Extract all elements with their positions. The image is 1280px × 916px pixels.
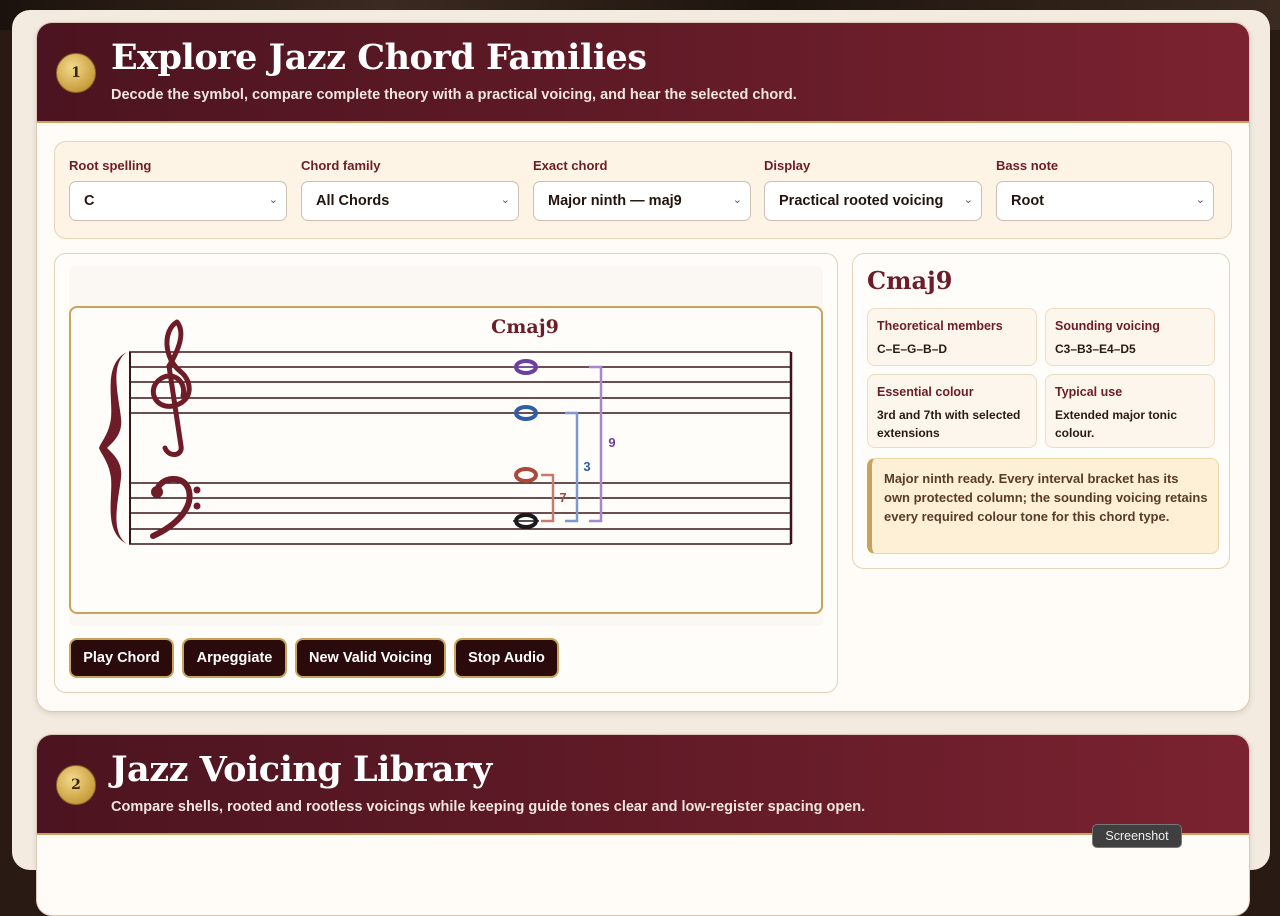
play-chord-button[interactable]: Play Chord: [69, 638, 174, 678]
root-spelling-control: Root spelling C ⌄: [69, 158, 289, 221]
root-spelling-select[interactable]: C ⌄: [69, 181, 287, 221]
section-header: 1 Explore Jazz Chord Families Decode the…: [37, 23, 1249, 123]
root-spelling-label: Root spelling: [69, 158, 152, 173]
new-valid-voicing-button[interactable]: New Valid Voicing: [295, 638, 446, 678]
display-value: Practical rooted voicing: [779, 193, 944, 209]
root-spelling-value: C: [84, 193, 95, 209]
chord-info-title: Cmaj9: [867, 266, 953, 295]
chevron-down-icon: ⌄: [732, 194, 742, 206]
section-title: Explore Jazz Chord Families: [111, 37, 647, 78]
arpeggiate-button[interactable]: Arpeggiate: [182, 638, 287, 678]
notation-panel: Cmaj9 7 3 9 Play Chord Arpeggiate New Va…: [54, 253, 838, 693]
exact-chord-select[interactable]: Major ninth — maj9 ⌄: [533, 181, 751, 221]
stop-audio-button[interactable]: Stop Audio: [454, 638, 559, 678]
chord-explorer-card: 1 Explore Jazz Chord Families Decode the…: [36, 22, 1250, 712]
chord-family-value: All Chords: [316, 193, 390, 209]
bass-clef-dot-icon: [193, 502, 201, 510]
essential-colour-value: 3rd and 7th with selected extensions: [877, 408, 1021, 440]
interval-label-third: 3: [583, 459, 590, 474]
section-number-badge: 1: [56, 53, 96, 93]
interval-label-ninth: 9: [608, 435, 615, 450]
note-root: [513, 513, 539, 529]
exact-chord-control: Exact chord Major ninth — maj9 ⌄: [533, 158, 753, 221]
note-ninth: [513, 359, 539, 375]
chevron-down-icon: ⌄: [1195, 194, 1205, 206]
essential-colour-label: Essential colour: [877, 385, 974, 399]
theoretical-members-value: C–E–G–B–D: [877, 342, 948, 356]
theoretical-members-tile: Theoretical members C–E–G–B–D: [867, 308, 1037, 366]
exact-chord-value: Major ninth — maj9: [548, 193, 682, 209]
controls-panel: Root spelling C ⌄ Chord family All Chord…: [54, 141, 1232, 239]
chord-family-control: Chord family All Chords ⌄: [301, 158, 521, 221]
section-header: 2 Jazz Voicing Library Compare shells, r…: [37, 735, 1249, 835]
chord-family-select[interactable]: All Chords ⌄: [301, 181, 519, 221]
bass-note-value: Root: [1011, 193, 1045, 209]
bass-note-label: Bass note: [996, 158, 1059, 173]
notation-area: Cmaj9 7 3 9: [69, 266, 823, 626]
exact-chord-label: Exact chord: [533, 158, 608, 173]
bass-clef-dot-icon: [193, 486, 201, 494]
chord-family-label: Chord family: [301, 158, 381, 173]
display-label: Display: [764, 158, 811, 173]
chord-symbol-label: Cmaj9: [491, 316, 559, 338]
screenshot-button[interactable]: Screenshot: [1092, 824, 1182, 848]
voicing-status-notice: Major ninth ready. Every interval bracke…: [867, 458, 1219, 554]
sounding-voicing-tile: Sounding voicing C3–B3–E4–D5: [1045, 308, 1215, 366]
bass-clef-dot-icon: [151, 486, 163, 498]
chevron-down-icon: ⌄: [268, 194, 278, 206]
sounding-voicing-label: Sounding voicing: [1055, 319, 1160, 333]
bass-note-control: Bass note Root ⌄: [996, 158, 1216, 221]
section-title: Jazz Voicing Library: [111, 749, 492, 790]
bass-note-select[interactable]: Root ⌄: [996, 181, 1214, 221]
sounding-voicing-value: C3–B3–E4–D5: [1055, 342, 1136, 356]
typical-use-label: Typical use: [1055, 385, 1123, 399]
typical-use-tile: Typical use Extended major tonic colour.: [1045, 374, 1215, 448]
chevron-down-icon: ⌄: [500, 194, 510, 206]
grand-staff: Cmaj9 7 3 9: [69, 306, 823, 614]
notation-frame: [69, 306, 823, 614]
voicing-status-text: Major ninth ready. Every interval bracke…: [884, 471, 1208, 524]
essential-colour-tile: Essential colour 3rd and 7th with select…: [867, 374, 1037, 448]
section-subtitle: Compare shells, rooted and rootless voic…: [111, 799, 866, 815]
display-control: Display Practical rooted voicing ⌄: [764, 158, 984, 221]
chevron-down-icon: ⌄: [963, 194, 973, 206]
display-select[interactable]: Practical rooted voicing ⌄: [764, 181, 982, 221]
typical-use-value: Extended major tonic colour.: [1055, 408, 1178, 440]
section-subtitle: Decode the symbol, compare complete theo…: [111, 87, 797, 103]
voicing-library-card: 2 Jazz Voicing Library Compare shells, r…: [36, 734, 1250, 916]
section-number-badge: 2: [56, 765, 96, 805]
interval-label-seventh: 7: [559, 490, 566, 505]
theoretical-members-label: Theoretical members: [877, 319, 1003, 333]
chord-info-panel: Cmaj9 Theoretical members C–E–G–B–D Soun…: [852, 253, 1230, 569]
page-container: 1 Explore Jazz Chord Families Decode the…: [12, 10, 1270, 916]
